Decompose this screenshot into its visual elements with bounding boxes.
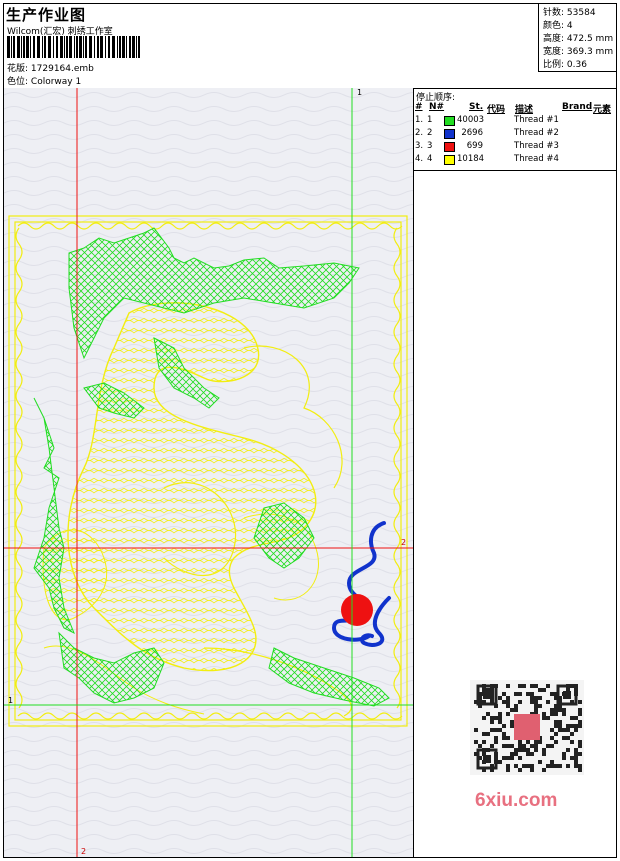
embroidery-preview [4,88,413,857]
colorway-label: 色位: [7,77,29,87]
row-index: 3. [415,141,424,151]
table-row: 2. 2 2696 Thread #2 [413,128,617,141]
stat-value: 4 [566,21,573,31]
col-n: N# [429,102,445,112]
thread-swatch [444,116,455,126]
stat-height: 高度: 472.5 mm [543,31,613,44]
stat-stitches: 针数: 53584 [543,5,596,18]
stat-label: 针数: [543,8,565,18]
row-description: Thread #4 [514,154,559,164]
stat-label: 颜色: [543,21,565,31]
thread-swatch [444,129,455,139]
divider [413,88,414,857]
barcode-icon [7,36,140,58]
stat-label: 比例: [543,60,565,70]
col-st: St. [469,102,484,112]
divider [413,170,617,171]
row-stitches: 40003 [457,115,485,125]
row-index: 4. [415,154,424,164]
col-desc: 描述 [515,105,534,115]
row-n: 2 [427,128,433,138]
guide-label: 2 [81,847,87,856]
stat-value: 53584 [566,8,596,18]
design-canvas[interactable]: 1 1 2 2 [4,88,413,857]
row-n: 3 [427,141,433,151]
design-file: 花版: 1729164.emb [7,61,94,74]
row-description: Thread #2 [514,128,559,138]
thread-swatch [444,142,455,152]
row-index: 1. [415,115,424,125]
table-row: 1. 1 40003 Thread #1 [413,115,617,128]
row-stitches: 2696 [461,128,483,138]
stat-label: 高度: [543,34,565,44]
row-n: 4 [427,154,433,164]
divider [538,71,617,72]
stat-scale: 比例: 0.36 [543,57,587,70]
row-stitches: 10184 [457,154,485,164]
thread-swatch [444,155,455,165]
stat-value: 472.5 mm [566,34,614,44]
colorway-value: Colorway 1 [30,77,82,87]
row-stitches: 699 [466,141,483,151]
stat-width: 宽度: 369.3 mm [543,44,613,57]
col-element: 元素 [593,105,612,115]
design-value: 1729164.emb [30,64,94,74]
guide-label: 1 [357,88,363,97]
design-label: 花版: [7,64,29,74]
row-description: Thread #3 [514,141,559,151]
row-index: 2. [415,128,424,138]
red-pearl [341,594,373,626]
row-n: 1 [427,115,433,125]
guide-label: 1 [8,696,14,705]
stop-sequence-panel: 停止顺序: # N# St. 代码 描述 Brand 元素 1. 1 40003 Th… [413,88,617,170]
col-num: # [415,102,423,112]
guide-label: 2 [401,538,407,547]
col-code: 代码 [487,105,506,115]
stat-value: 369.3 mm [566,47,614,57]
watermark: 6xiu.com [475,790,558,811]
sheet-title: 生产作业图 [6,6,87,24]
stat-colors: 颜色: 4 [543,18,573,31]
stat-value: 0.36 [566,60,587,70]
table-row: 4. 4 10184 Thread #4 [413,154,617,167]
colorway: 色位: Colorway 1 [7,74,81,87]
qr-code-icon [470,680,584,775]
design-stats: 针数: 53584 颜色: 4 高度: 472.5 mm 宽度: 369.3 m… [538,3,617,71]
row-description: Thread #1 [514,115,559,125]
stat-label: 宽度: [543,47,565,57]
table-row: 3. 3 699 Thread #3 [413,141,617,154]
col-brand: Brand [562,102,593,112]
